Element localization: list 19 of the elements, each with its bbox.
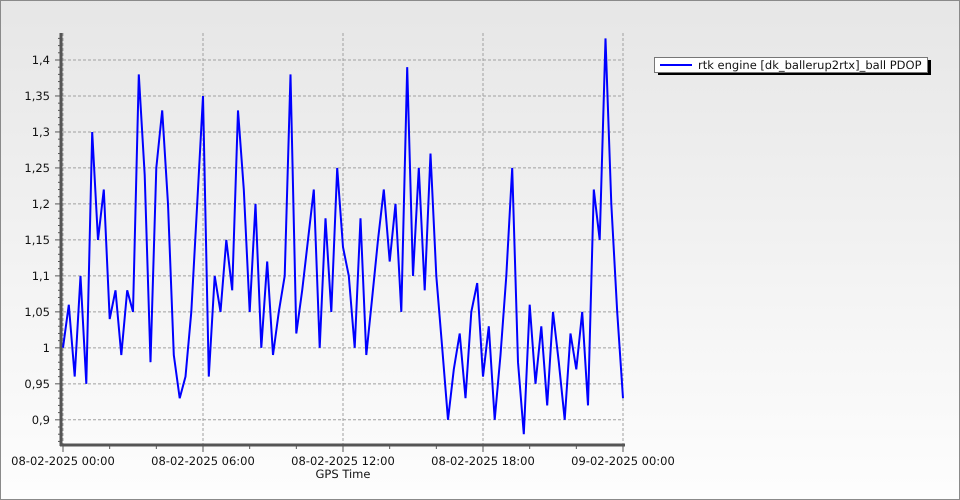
axis-tick-label: 1 <box>42 340 50 355</box>
axis-tick-label: 08-02-2025 00:00 <box>11 454 115 468</box>
axis-tick-label: 1,15 <box>24 232 50 247</box>
axis-title: GPS Time <box>316 467 370 481</box>
axis-tick-label: 09-02-2025 00:00 <box>571 454 675 468</box>
axis-tick-label: 1,3 <box>32 124 50 139</box>
axis-tick-label: 1,35 <box>24 88 50 103</box>
legend-box: rtk engine [dk_ballerup2rtx]_ball PDOP <box>654 57 931 75</box>
legend-label: rtk engine [dk_ballerup2rtx]_ball PDOP <box>698 58 922 72</box>
axis-tick-label: 1,4 <box>32 52 50 67</box>
axis-tick-label: 1,2 <box>32 196 50 211</box>
axis-tick-label: 1,1 <box>32 268 50 283</box>
axis-tick-label: 0,9 <box>32 412 50 427</box>
axis-tick-label: 0,95 <box>24 376 50 391</box>
axis-tick-label: 1,25 <box>24 160 50 175</box>
axis-tick-label: 08-02-2025 12:00 <box>291 454 395 468</box>
axis-tick-label: 1,05 <box>24 304 50 319</box>
axis-tick-label: 08-02-2025 18:00 <box>431 454 535 468</box>
axis-tick-label: 08-02-2025 06:00 <box>151 454 255 468</box>
